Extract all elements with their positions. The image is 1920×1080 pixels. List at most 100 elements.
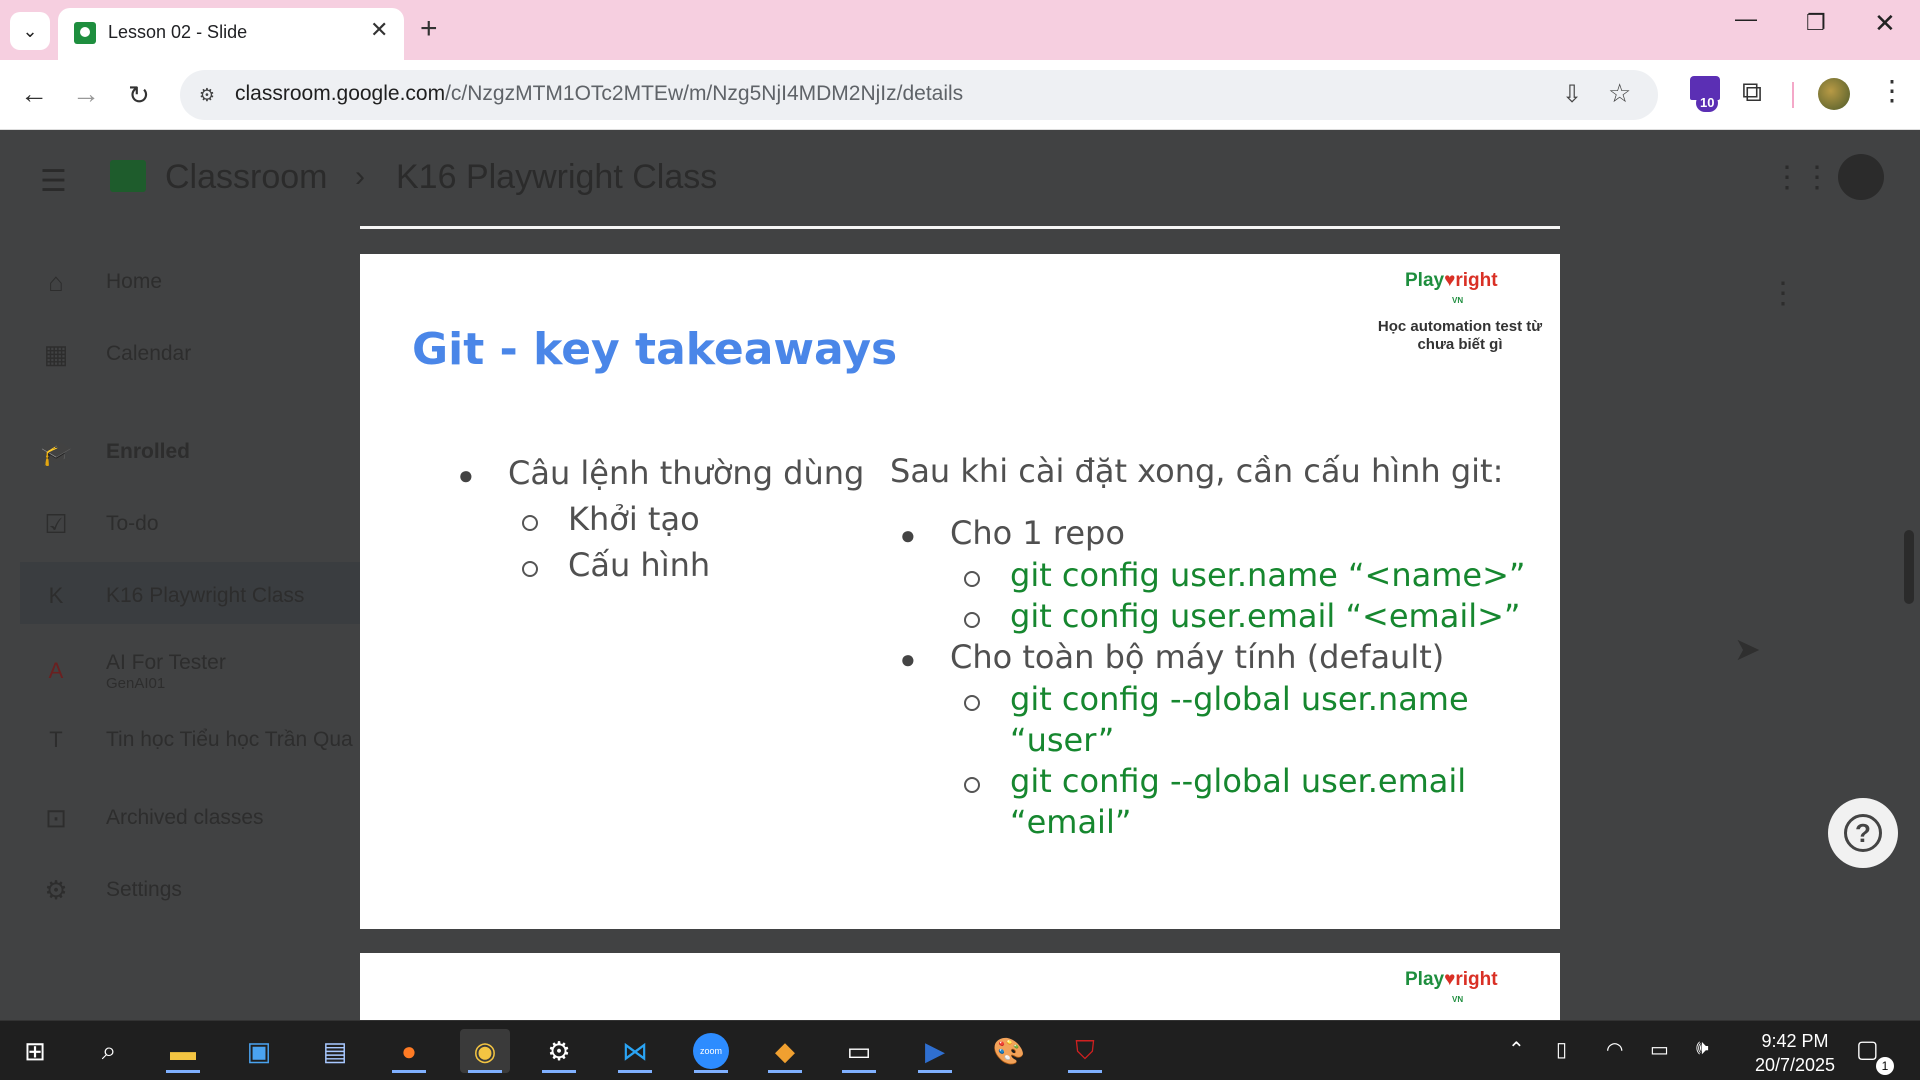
- sidebar-item-k16[interactable]: K K16 Playwright Class: [40, 576, 305, 616]
- calendar-icon: ▦: [43, 339, 69, 369]
- paint-icon[interactable]: 🎨: [984, 1029, 1034, 1073]
- address-bar[interactable]: ⚙ classroom.google.com/c/NzgzMTM1OTc2MTE…: [180, 70, 1658, 120]
- close-tab-icon[interactable]: ✕: [370, 17, 388, 43]
- class-letter-avatar: A: [48, 658, 64, 683]
- bullet-ring: [964, 571, 980, 587]
- viewer-top-divider: [360, 226, 1560, 229]
- code-line: git config --global user.name: [1010, 680, 1469, 718]
- class-name[interactable]: K16 Playwright Class: [396, 158, 717, 197]
- bullet-dot: ●: [458, 460, 474, 490]
- mcafee-icon[interactable]: ⛉: [1060, 1029, 1110, 1073]
- notifications-icon[interactable]: ▢: [1856, 1035, 1879, 1064]
- extensions-puzzle-icon[interactable]: ⧉: [1742, 76, 1762, 109]
- vscode-icon[interactable]: ⋈: [610, 1029, 660, 1073]
- hamburger-menu-icon[interactable]: ☰: [40, 164, 67, 199]
- slide-tagline: Học automation test từ chưa biết gì: [1377, 318, 1543, 353]
- tab-search-button[interactable]: ⌄: [10, 12, 50, 50]
- back-icon[interactable]: ←: [20, 78, 48, 110]
- chrome-icon[interactable]: ◉: [460, 1029, 510, 1073]
- notification-count: 1: [1876, 1057, 1894, 1075]
- help-button[interactable]: ?: [1828, 798, 1898, 868]
- right-group-heading: Cho 1 repo: [950, 514, 1125, 552]
- windows-start-icon[interactable]: ⊞: [10, 1029, 60, 1073]
- logo-vn: VN: [1452, 995, 1464, 1004]
- classroom-favicon-icon: [74, 22, 96, 44]
- more-options-icon[interactable]: ⋮: [1768, 276, 1798, 311]
- sidebar-item-label: To-do: [106, 512, 159, 535]
- battery-icon[interactable]: ▭: [1650, 1037, 1669, 1062]
- account-avatar[interactable]: [1838, 154, 1884, 200]
- tab-strip: ⌄ Lesson 02 - Slide ✕ + — ❐ ✕: [0, 0, 1920, 60]
- file-explorer-icon[interactable]: ▬: [158, 1029, 208, 1073]
- zoom-icon[interactable]: zoom: [686, 1029, 736, 1073]
- wifi-icon[interactable]: ◠: [1606, 1037, 1623, 1062]
- chevron-down-icon: ⌄: [22, 20, 38, 41]
- url-path: /c/NzgzMTM1OTc2MTEw/m/Nzg5NjI4MDM2NjIz/d…: [445, 82, 964, 105]
- sidebar-item-label: Archived classes: [106, 806, 264, 829]
- forward-icon[interactable]: →: [72, 78, 100, 110]
- slide-page: Play♥right VN Học automation test từ chư…: [360, 254, 1560, 929]
- bookmark-star-icon[interactable]: ☆: [1608, 78, 1631, 109]
- app-title[interactable]: Classroom: [165, 158, 327, 197]
- settings-icon: ⚙: [44, 875, 68, 905]
- breadcrumb-separator: ›: [355, 160, 365, 193]
- sidebar-item-enrolled[interactable]: 🎓 Enrolled: [40, 432, 190, 472]
- sidebar-item-archived[interactable]: ⊡ Archived classes: [40, 798, 264, 838]
- send-icon[interactable]: ➤: [1734, 630, 1761, 668]
- bullet-ring: [964, 612, 980, 628]
- clock[interactable]: 9:42 PM 20/7/2025: [1740, 1029, 1850, 1077]
- tab-title: Lesson 02 - Slide: [108, 22, 248, 42]
- sidebar-item-todo[interactable]: ☑ To-do: [40, 504, 159, 544]
- sidebar-item-tin-hoc[interactable]: T Tin học Tiểu học Trần Qua: [40, 720, 352, 760]
- terminal-icon[interactable]: ▭: [834, 1029, 884, 1073]
- site-info-icon[interactable]: ⚙: [194, 82, 220, 108]
- new-tab-button[interactable]: +: [420, 12, 438, 46]
- sidebar-item-settings[interactable]: ⚙ Settings: [40, 870, 182, 910]
- next-slide-page: Play♥right VN: [360, 953, 1560, 1020]
- install-app-icon[interactable]: ⇩: [1562, 80, 1582, 109]
- home-icon: ⌂: [48, 267, 64, 297]
- show-hidden-icons-icon[interactable]: ⌃: [1508, 1037, 1525, 1062]
- sidebar-item-label: K16 Playwright Class: [106, 584, 305, 607]
- bullet-dot: ●: [900, 520, 916, 550]
- browser-tab[interactable]: Lesson 02 - Slide ✕: [58, 8, 404, 60]
- playwright-logo: Play♥right: [1405, 270, 1498, 291]
- bullet-dot: ●: [900, 644, 916, 674]
- close-window-icon[interactable]: ✕: [1874, 8, 1896, 39]
- sidebar-item-home[interactable]: ⌂ Home: [40, 262, 162, 302]
- url-text[interactable]: classroom.google.com/c/NzgzMTM1OTc2MTEw/…: [235, 82, 963, 106]
- sidebar-item-label: Settings: [106, 878, 182, 901]
- sidebar-item-sublabel: GenAI01: [106, 674, 166, 692]
- scrollbar-thumb[interactable]: [1904, 530, 1914, 604]
- restore-icon[interactable]: ❐: [1806, 10, 1826, 36]
- sidebar-item-label: AI For Tester: [106, 650, 226, 674]
- right-intro: Sau khi cài đặt xong, cần cấu hình git:: [890, 452, 1504, 490]
- profile-avatar[interactable]: [1818, 78, 1850, 110]
- logo-vn: VN: [1452, 296, 1464, 305]
- sidebar-item-calendar[interactable]: ▦ Calendar: [40, 334, 192, 374]
- minimize-icon[interactable]: —: [1735, 6, 1757, 32]
- clock-date: 20/7/2025: [1754, 1055, 1836, 1075]
- app-icon[interactable]: ▤: [310, 1029, 360, 1073]
- archive-icon: ⊡: [45, 803, 67, 833]
- toolbar-separator: [1792, 82, 1794, 108]
- volume-icon[interactable]: 🕪: [1696, 1037, 1709, 1060]
- more-menu-icon[interactable]: ⋮: [1878, 74, 1906, 107]
- powershell-icon[interactable]: ▶: [910, 1029, 960, 1073]
- device-icon[interactable]: ▯: [1556, 1037, 1567, 1062]
- store-icon[interactable]: ▣: [234, 1029, 284, 1073]
- reload-icon[interactable]: ↻: [128, 80, 150, 111]
- browser-toolbar: ← → ↻ ⚙ classroom.google.com/c/NzgzMTM1O…: [0, 60, 1920, 130]
- left-heading: Câu lệnh thường dùng: [508, 454, 865, 492]
- clock-time: 9:42 PM: [1761, 1031, 1829, 1051]
- classroom-logo-icon: [110, 160, 146, 192]
- bullet-ring: [964, 777, 980, 793]
- git-app-icon[interactable]: ◆: [760, 1029, 810, 1073]
- search-icon[interactable]: ⌕: [84, 1029, 134, 1073]
- slide-title: Git - key takeaways: [412, 324, 898, 375]
- taskbar: ⊞ ⌕ ▬ ▣ ▤ ● ◉ ⚙ ⋈ zoom ◆ ▭ ▶ 🎨 ⛉ ⌃ ▯ ◠ ▭…: [0, 1020, 1920, 1080]
- help-icon: ?: [1844, 814, 1882, 852]
- firefox-icon[interactable]: ●: [384, 1029, 434, 1073]
- sidebar-item-ai-for-tester[interactable]: A AI For Tester GenAI01: [40, 640, 226, 702]
- settings-gear-icon[interactable]: ⚙: [534, 1029, 584, 1073]
